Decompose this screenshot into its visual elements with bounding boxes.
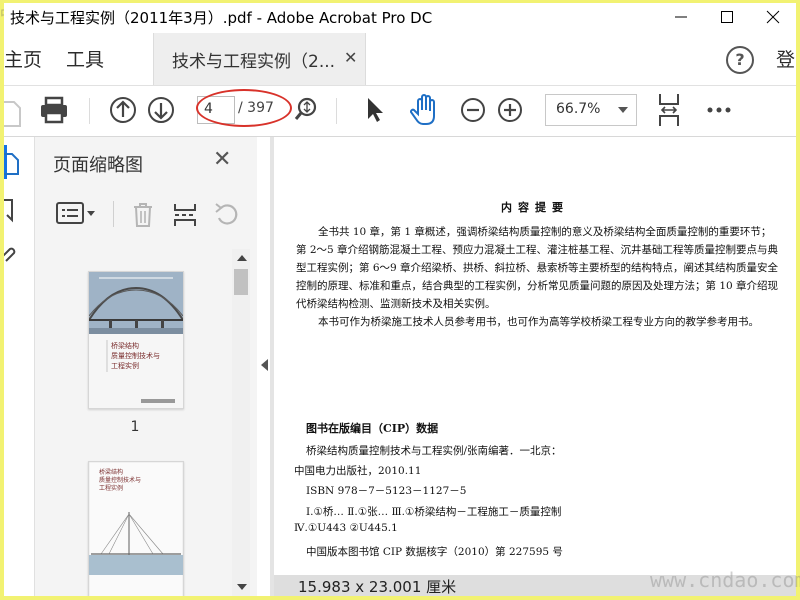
close-panel-icon[interactable]: ✕: [213, 147, 231, 172]
chevron-down-icon: [618, 107, 628, 113]
cover-back-image: 桥梁结构 质量控制技术与 工程实例: [89, 462, 183, 596]
back-title-line-3: 工程实例: [99, 484, 123, 492]
thumbnail-page-2[interactable]: 桥梁结构 质量控制技术与 工程实例: [88, 461, 184, 596]
collapse-panel-icon[interactable]: [261, 359, 268, 371]
page-heading: 内容提要: [501, 201, 569, 214]
summary-paragraph-2: 本书可作为桥梁施工技术人员参考用书，也可作为高等学校桥梁工程专业方向的教学参考用…: [318, 316, 759, 328]
trash-icon[interactable]: [129, 199, 157, 229]
scrollbar-thumb[interactable]: [234, 269, 248, 295]
close-window-button[interactable]: [750, 3, 796, 31]
more-dots-icon: [707, 107, 731, 113]
help-icon[interactable]: ?: [726, 46, 754, 74]
cip-line: Ⅳ.①U443 ②U445.1: [294, 522, 398, 534]
thumbnail-page-1[interactable]: 桥梁结构 质量控制技术与 工程实例: [88, 271, 184, 409]
window-title: 技术与工程实例（2011年3月）.pdf - Adobe Acrobat Pro…: [10, 9, 433, 27]
tab-bar: 主页 工具 技术与工程实例（2... ✕ ? 登: [4, 33, 796, 86]
zoom-out-icon: [461, 98, 485, 122]
acrobat-window: 技术与工程实例（2011年3月）.pdf - Adobe Acrobat Pro…: [4, 3, 796, 596]
select-tool-button[interactable]: [362, 86, 386, 136]
sign-in-link[interactable]: 登: [776, 45, 795, 72]
cursor-arrow-icon: [368, 98, 383, 122]
back-title-line-1: 桥梁结构: [99, 468, 123, 476]
save-button[interactable]: [4, 86, 24, 136]
left-navigation-strip: [4, 137, 35, 596]
document-page: 内容提要 全书共 10 章，第 1 章概述，强调桥梁结构质量控制的意义及桥梁结构…: [274, 137, 796, 575]
tab-tools[interactable]: 工具: [66, 45, 104, 72]
minimize-button[interactable]: [658, 3, 704, 31]
attachment-icon[interactable]: [4, 241, 32, 269]
document-view[interactable]: 内容提要 全书共 10 章，第 1 章概述，强调桥梁结构质量控制的意义及桥梁结构…: [270, 137, 796, 596]
toolbar-separator: [89, 98, 90, 124]
main-toolbar: / 397: [4, 86, 796, 137]
page-thumbnails-panel: 页面缩略图 ✕ 桥梁结构 质量控制技术与 工程实例 1 桥梁结构 质量控制技术与…: [35, 137, 257, 596]
toolbar-separator: [336, 98, 337, 124]
scroll-down-icon[interactable]: [237, 584, 247, 590]
cover-title-line-1: 桥梁结构: [111, 341, 139, 350]
page-size-readout: 15.983 x 23.001 厘米: [298, 578, 457, 596]
tab-document[interactable]: 技术与工程实例（2... ✕: [153, 33, 366, 85]
close-tab-icon[interactable]: ✕: [344, 48, 357, 67]
fit-page-button[interactable]: [654, 86, 684, 136]
fit-width-icon: [659, 94, 679, 126]
arrow-down-circle-icon: [148, 97, 174, 123]
cover-image: 桥梁结构 质量控制技术与 工程实例: [89, 272, 183, 408]
next-page-button[interactable]: [146, 86, 176, 136]
previous-page-button[interactable]: [108, 86, 138, 136]
arrow-up-circle-icon: [110, 97, 136, 123]
maximize-icon: [721, 11, 733, 23]
page-thumbnails-icon[interactable]: [4, 151, 32, 179]
zoom-dropdown[interactable]: 66.7%: [545, 94, 637, 126]
cip-line: Ⅰ.①桥… Ⅱ.①张… Ⅲ.①桥梁结构－工程施工－质量控制: [306, 506, 562, 518]
title-bar: 技术与工程实例（2011年3月）.pdf - Adobe Acrobat Pro…: [4, 3, 796, 31]
rotate-icon[interactable]: [213, 199, 241, 229]
thumbnail-scrollbar[interactable]: [232, 249, 250, 596]
bookmark-icon[interactable]: [4, 197, 32, 225]
tab-home[interactable]: 主页: [4, 45, 42, 72]
cip-line: 中国电力出版社，2010.11: [294, 465, 422, 477]
zoom-in-icon: [498, 98, 522, 122]
thumbnail-toolbar: [35, 191, 257, 237]
red-annotation-ellipse: [196, 89, 292, 127]
panel-title: 页面缩略图: [53, 155, 143, 176]
thumbnail-page-number: 1: [130, 419, 140, 435]
save-icon: [4, 101, 21, 127]
cip-heading: 图书在版编目（CIP）数据: [306, 422, 439, 435]
thumbnail-list: 桥梁结构 质量控制技术与 工程实例 1 桥梁结构 质量控制技术与 工程实例: [35, 241, 235, 596]
maximize-button[interactable]: [704, 3, 750, 31]
document-tab-label: 技术与工程实例（2...: [172, 52, 336, 72]
minimize-icon: [675, 16, 687, 18]
hand-icon: [410, 94, 435, 125]
scroll-up-icon[interactable]: [237, 255, 247, 261]
printer-icon: [41, 96, 67, 124]
back-title-line-2: 质量控制技术与: [99, 476, 141, 484]
options-menu-icon[interactable]: [55, 199, 99, 227]
zoom-out-button[interactable]: [458, 86, 488, 136]
cover-title-line-3: 工程实例: [111, 361, 139, 370]
status-bar: 15.983 x 23.001 厘米: [274, 575, 796, 596]
zoom-value: 66.7%: [556, 101, 601, 117]
toolbar-separator: [113, 201, 114, 227]
print-button[interactable]: [38, 86, 70, 136]
more-tools-button[interactable]: [704, 86, 734, 136]
cip-line: 桥梁结构质量控制技术与工程实例/张南编著．一北京：: [306, 445, 562, 457]
cip-line: 中国版本图书馆 CIP 数据核字（2010）第 227595 号: [306, 546, 563, 558]
close-icon: [766, 10, 780, 24]
cover-title-line-2: 质量控制技术与: [111, 351, 160, 360]
hand-tool-button[interactable]: [409, 86, 439, 136]
zoom-in-button[interactable]: [495, 86, 525, 136]
magnifier-icon: [294, 97, 317, 120]
zoom-marquee-button[interactable]: [294, 86, 318, 136]
summary-paragraph-1: 全书共 10 章，第 1 章概述，强调桥梁结构质量控制的意义及桥梁结构全面质量控…: [296, 226, 779, 310]
insert-pages-icon[interactable]: [171, 199, 199, 229]
cip-line: ISBN 978－7－5123－1127－5: [306, 485, 467, 497]
